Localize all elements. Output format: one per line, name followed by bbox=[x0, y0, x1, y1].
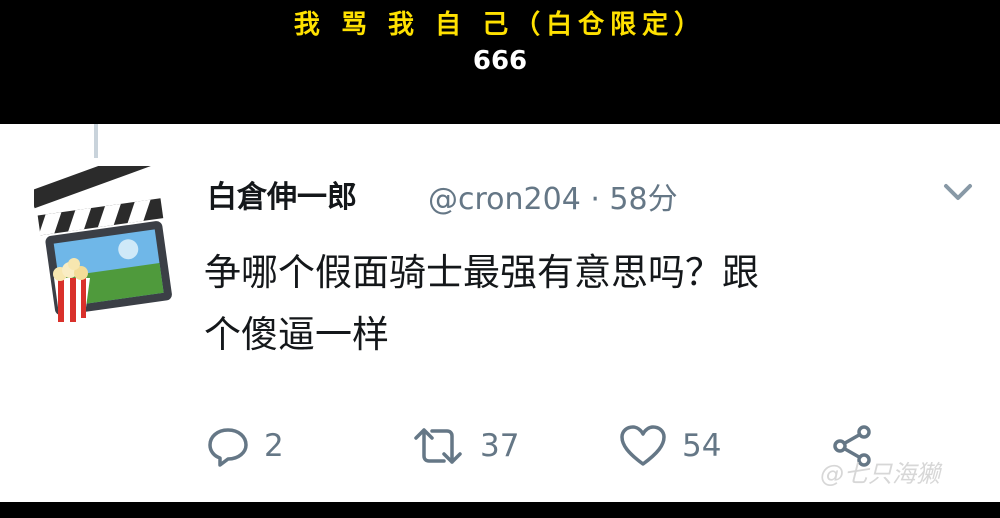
tweet-text-line: 争哪个假面骑士最强有意思吗？跟 bbox=[204, 251, 759, 294]
like-count: 54 bbox=[682, 428, 722, 464]
tweet-text: 争哪个假面骑士最强有意思吗？跟 个傻逼一样 bbox=[204, 242, 964, 366]
like-button[interactable]: 54 bbox=[618, 424, 721, 468]
movie-clapperboard-popcorn-icon bbox=[34, 166, 172, 322]
reply-bubble-icon bbox=[208, 428, 248, 467]
caption-title: 我 骂 我 自 己（白仓限定） bbox=[293, 10, 707, 40]
reply-count: 2 bbox=[264, 428, 284, 464]
display-name[interactable]: 白倉伸一郎 bbox=[207, 172, 357, 216]
watermark: @七只海獭 bbox=[820, 460, 940, 488]
bottom-bar bbox=[0, 502, 1000, 518]
reply-button[interactable]: 2 bbox=[206, 424, 284, 468]
chevron-down-icon[interactable] bbox=[940, 178, 976, 206]
heart-icon bbox=[620, 425, 666, 466]
tweet-text-line: 个傻逼一样 bbox=[204, 313, 389, 356]
retweet-count: 37 bbox=[480, 428, 520, 464]
caption-bar: 我 骂 我 自 己（白仓限定） 666 bbox=[0, 0, 1000, 122]
avatar[interactable] bbox=[34, 166, 184, 326]
retweet-icon bbox=[414, 428, 462, 464]
tweet-card[interactable]: 白倉伸一郎 @cron204 · 58分 争哪个假面骑士最强有意思吗？跟 个傻逼… bbox=[0, 124, 1000, 502]
handle-and-timestamp[interactable]: @cron204 · 58分 bbox=[428, 174, 678, 218]
caption-subtitle: 666 bbox=[472, 46, 528, 76]
screenshot-frame: 我 骂 我 自 己（白仓限定） 666 白倉伸一郎 @cron204 · 58分… bbox=[0, 0, 1000, 518]
retweet-button[interactable]: 37 bbox=[410, 424, 519, 468]
thread-line bbox=[94, 124, 98, 158]
